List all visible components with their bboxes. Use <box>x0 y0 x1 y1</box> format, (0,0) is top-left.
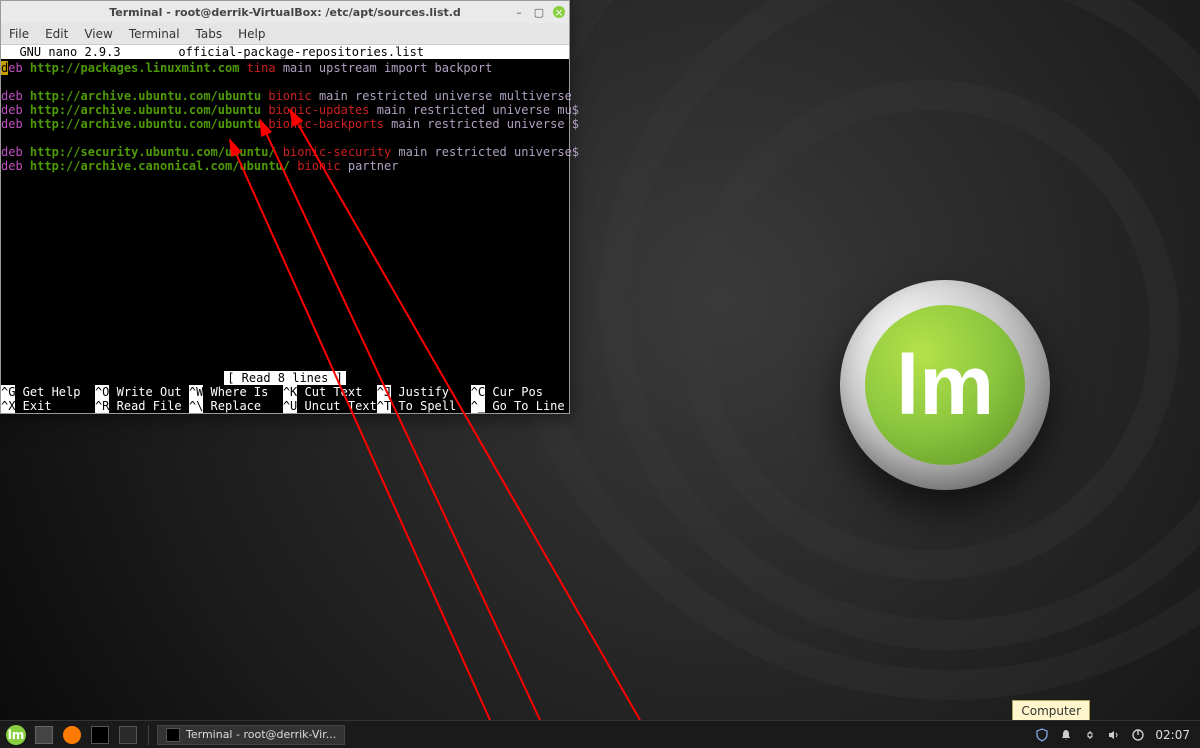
taskbar: lm Terminal - root@derrik-Vir... 02:07 <box>0 720 1200 748</box>
show-desktop-button[interactable] <box>32 723 56 747</box>
terminal-window[interactable]: Terminal - root@derrik-VirtualBox: /etc/… <box>0 0 570 414</box>
system-tray: 02:07 <box>1035 728 1196 742</box>
maximize-button[interactable]: ▢ <box>533 6 545 18</box>
network-icon[interactable] <box>1083 728 1097 742</box>
minimize-button[interactable]: – <box>513 6 525 18</box>
power-icon[interactable] <box>1131 728 1145 742</box>
menu-terminal[interactable]: Terminal <box>129 27 180 41</box>
start-menu-button[interactable]: lm <box>4 723 28 747</box>
terminal-launcher[interactable] <box>88 723 112 747</box>
terminal-body[interactable]: GNU nano 2.9.3 official-package-reposito… <box>1 45 569 413</box>
nano-status: [ Read 8 lines ] <box>1 371 569 385</box>
menu-file[interactable]: File <box>9 27 29 41</box>
menu-tabs[interactable]: Tabs <box>196 27 223 41</box>
menubar: File Edit View Terminal Tabs Help <box>1 23 569 45</box>
menu-help[interactable]: Help <box>238 27 265 41</box>
menu-view[interactable]: View <box>84 27 112 41</box>
volume-icon[interactable] <box>1107 728 1121 742</box>
shield-icon[interactable] <box>1035 728 1049 742</box>
terminal-icon <box>166 728 180 742</box>
taskbar-item-terminal[interactable]: Terminal - root@derrik-Vir... <box>157 725 345 745</box>
firefox-launcher[interactable] <box>60 723 84 747</box>
menu-edit[interactable]: Edit <box>45 27 68 41</box>
nano-header: GNU nano 2.9.3 official-package-reposito… <box>1 45 569 59</box>
taskbar-item-label: Terminal - root@derrik-Vir... <box>186 728 336 741</box>
files-launcher[interactable] <box>116 723 140 747</box>
nano-shortcuts: ^G Get Help ^O Write Out ^W Where Is ^K … <box>1 385 569 413</box>
nano-content: deb http://packages.linuxmint.com tina m… <box>1 59 569 173</box>
window-title: Terminal - root@derrik-VirtualBox: /etc/… <box>109 6 461 19</box>
mint-logo-icon: lm <box>840 280 1050 490</box>
close-button[interactable]: × <box>553 6 565 18</box>
computer-tooltip: Computer <box>1012 700 1090 722</box>
clock[interactable]: 02:07 <box>1155 728 1190 742</box>
notification-icon[interactable] <box>1059 728 1073 742</box>
titlebar[interactable]: Terminal - root@derrik-VirtualBox: /etc/… <box>1 1 569 23</box>
